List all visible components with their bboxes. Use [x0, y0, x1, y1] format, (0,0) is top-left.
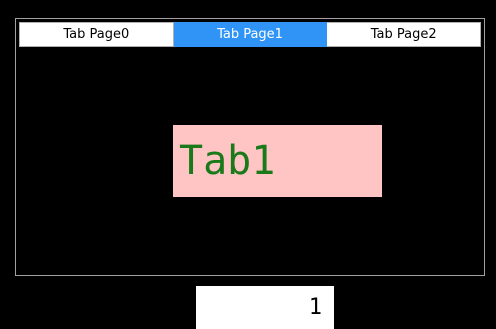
tab-page-2[interactable]: Tab Page2	[327, 22, 482, 47]
app-window: Tab Page0 Tab Page1 Tab Page2 Tab1 1	[0, 0, 496, 329]
selected-index-display: 1	[196, 286, 334, 329]
tab-page-0[interactable]: Tab Page0	[19, 22, 174, 47]
tab-page-1[interactable]: Tab Page1	[173, 22, 328, 47]
tab-content-panel: Tab1	[16, 49, 484, 275]
tab-content-label: Tab1	[173, 125, 382, 197]
tab-control: Tab Page0 Tab Page1 Tab Page2 Tab1	[15, 18, 485, 276]
tab-strip: Tab Page0 Tab Page1 Tab Page2	[19, 22, 482, 47]
